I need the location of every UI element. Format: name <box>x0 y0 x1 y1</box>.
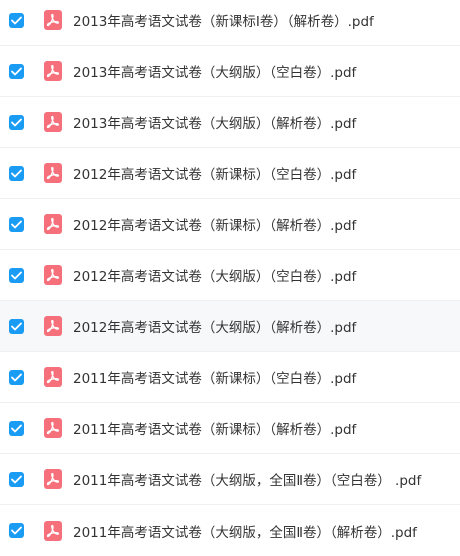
checkmark-icon <box>11 169 22 177</box>
checkmark-icon <box>11 16 22 24</box>
file-row[interactable]: 2012年高考语文试卷（新课标）（空白卷）.pdf <box>0 148 460 199</box>
checkmark-icon <box>11 475 22 483</box>
checkmark-icon <box>11 220 22 228</box>
file-checkbox[interactable] <box>9 523 24 538</box>
pdf-file-icon <box>44 112 62 132</box>
checkmark-icon <box>11 271 22 279</box>
file-name: 2012年高考语文试卷（新课标）（解析卷）.pdf <box>73 218 357 234</box>
pdf-file-icon <box>44 61 62 81</box>
file-checkbox[interactable] <box>9 114 24 130</box>
checkmark-icon <box>11 322 22 330</box>
pdf-file-icon <box>44 214 62 234</box>
file-row[interactable]: 2011年高考语文试卷（大纲版，全国Ⅱ卷）（解析卷）.pdf <box>0 505 460 556</box>
file-row[interactable]: 2013年高考语文试卷（大纲版）（解析卷）.pdf <box>0 97 460 148</box>
file-name: 2013年高考语文试卷（大纲版）（空白卷）.pdf <box>73 65 357 81</box>
pdf-file-icon <box>44 520 62 541</box>
file-row[interactable]: 2012年高考语文试卷（大纲版）（空白卷）.pdf <box>0 250 460 301</box>
file-checkbox[interactable] <box>9 12 24 28</box>
checkmark-icon <box>11 526 22 535</box>
file-row[interactable]: 2011年高考语文试卷（新课标）（空白卷）.pdf <box>0 352 460 403</box>
file-checkbox[interactable] <box>9 420 24 436</box>
file-row[interactable]: 2012年高考语文试卷（大纲版）（解析卷）.pdf <box>0 301 460 352</box>
file-row[interactable]: 2011年高考语文试卷（大纲版，全国Ⅱ卷）（空白卷） .pdf <box>0 454 460 505</box>
pdf-file-icon <box>44 367 62 387</box>
file-name: 2013年高考语文试卷（大纲版）（解析卷）.pdf <box>73 116 357 132</box>
pdf-file-icon <box>44 10 62 30</box>
file-checkbox[interactable] <box>9 267 24 283</box>
file-row[interactable]: 2012年高考语文试卷（新课标）（解析卷）.pdf <box>0 199 460 250</box>
file-name: 2013年高考语文试卷（新课标Ⅰ卷）（解析卷）.pdf <box>73 14 374 30</box>
checkmark-icon <box>11 67 22 75</box>
pdf-file-icon <box>44 469 62 489</box>
file-name: 2012年高考语文试卷（新课标）（空白卷）.pdf <box>73 167 357 183</box>
file-row[interactable]: 2011年高考语文试卷（新课标）（解析卷）.pdf <box>0 403 460 454</box>
file-checkbox[interactable] <box>9 165 24 181</box>
pdf-file-icon <box>44 316 62 336</box>
file-checkbox[interactable] <box>9 471 24 487</box>
checkmark-icon <box>11 373 22 381</box>
file-name: 2011年高考语文试卷（新课标）（空白卷）.pdf <box>73 371 357 387</box>
file-row[interactable]: 2013年高考语文试卷（新课标Ⅰ卷）（解析卷）.pdf <box>0 0 460 46</box>
pdf-file-icon <box>44 418 62 438</box>
checkmark-icon <box>11 424 22 432</box>
checkmark-icon <box>11 118 22 126</box>
file-name: 2012年高考语文试卷（大纲版）（空白卷）.pdf <box>73 269 357 285</box>
file-row[interactable]: 2013年高考语文试卷（大纲版）（空白卷）.pdf <box>0 46 460 97</box>
pdf-file-icon <box>44 265 62 285</box>
file-checkbox[interactable] <box>9 369 24 385</box>
pdf-file-icon <box>44 163 62 183</box>
file-name: 2011年高考语文试卷（新课标）（解析卷）.pdf <box>73 422 357 438</box>
file-list: 2013年高考语文试卷（新课标Ⅰ卷）（解析卷）.pdf 2013年高考语文试卷（… <box>0 0 460 551</box>
file-name: 2011年高考语文试卷（大纲版，全国Ⅱ卷）（空白卷） .pdf <box>73 473 422 489</box>
file-checkbox[interactable] <box>9 216 24 232</box>
file-name: 2012年高考语文试卷（大纲版）（解析卷）.pdf <box>73 320 357 336</box>
file-name: 2011年高考语文试卷（大纲版，全国Ⅱ卷）（解析卷）.pdf <box>73 524 417 541</box>
file-checkbox[interactable] <box>9 63 24 79</box>
file-checkbox[interactable] <box>9 318 24 334</box>
